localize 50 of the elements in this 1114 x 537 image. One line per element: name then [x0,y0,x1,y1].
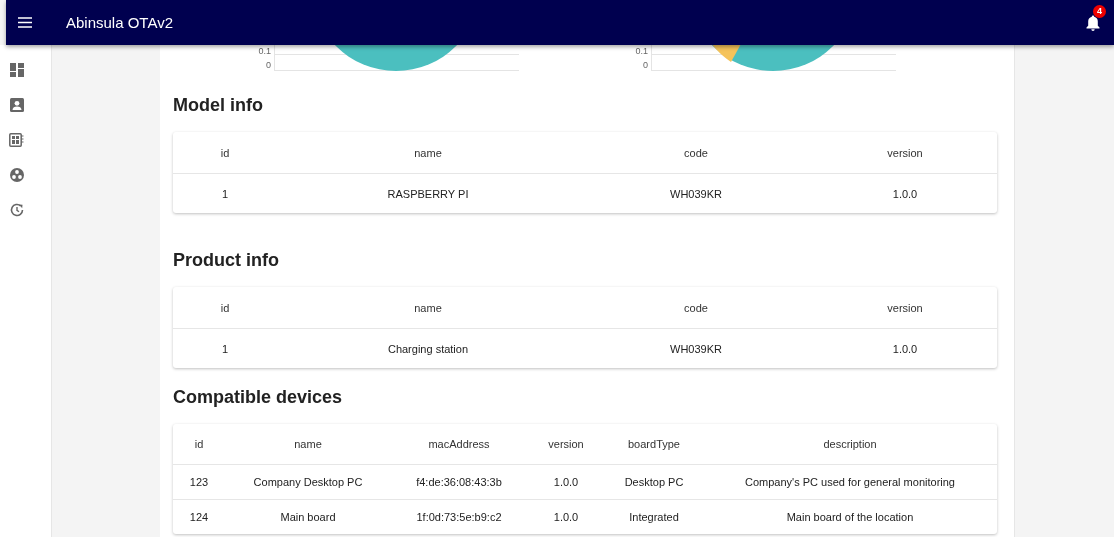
column-header: boardType [627,438,681,450]
history-icon[interactable] [9,203,24,217]
table-cell-text: 124 [188,511,210,523]
table-cell-text: 1 [220,187,230,200]
axis-tick-label: 0 [643,60,648,70]
section-heading: Model info [173,95,264,116]
table-cell-text: 1.0.0 [891,187,919,200]
table-cell-text: WH039KR [669,187,723,200]
axis-tick-label: 0.1 [258,46,271,56]
group-circle-icon[interactable] [9,168,24,182]
table-cell-text: Company Desktop PC [252,476,364,488]
column-header: code [683,146,709,159]
bell-icon[interactable] [1086,14,1100,31]
table-cell-text: 1f:0d:73:5e:b9:c2 [415,511,503,523]
column-header: name [413,146,443,159]
column-header: name [413,301,443,314]
table-cell-text: RASPBERRY PI [386,187,470,200]
column-header: code [683,301,709,314]
table-cell-text: 123 [188,476,210,488]
section-heading: Compatible devices [173,387,344,408]
column-header: description [822,438,878,450]
menu-icon[interactable] [18,17,32,28]
table-cell-text: f4:de:36:08:43:3b [415,476,503,488]
table-cell-text: 1 [220,342,230,355]
table-cell-text: Charging station [386,342,470,355]
table-cell-text: Desktop PC [623,476,685,488]
column-header: id [219,301,231,314]
dashboard-icon[interactable] [9,63,24,77]
table-cell-text: Main board [279,511,337,523]
account-box-icon[interactable] [9,98,24,112]
table-cell-text: Integrated [628,511,680,523]
column-header: name [293,438,323,450]
table-cell-text: 1.0.0 [552,511,580,523]
notification-badge: 4 [1093,4,1106,18]
column-header: version [886,301,924,314]
column-header: macAddress [427,438,491,450]
table-cell-text: WH039KR [669,342,723,355]
table-cell-text: Company's PC used for general monitoring [744,476,956,488]
section-heading: Product info [173,250,280,271]
column-header: version [886,146,924,159]
board-icon[interactable] [9,133,24,147]
table-cell-text: Main board of the location [785,511,915,523]
column-header: version [547,438,585,450]
table-cell-text: 1.0.0 [891,342,919,355]
axis-tick-label: 0 [266,60,271,70]
axis-tick-label: 0.1 [635,46,648,56]
app-title: Abinsula OTAv2 [66,14,173,31]
table-cell-text: 1.0.0 [552,476,580,488]
column-header: id [193,438,205,450]
column-header: id [219,146,231,159]
